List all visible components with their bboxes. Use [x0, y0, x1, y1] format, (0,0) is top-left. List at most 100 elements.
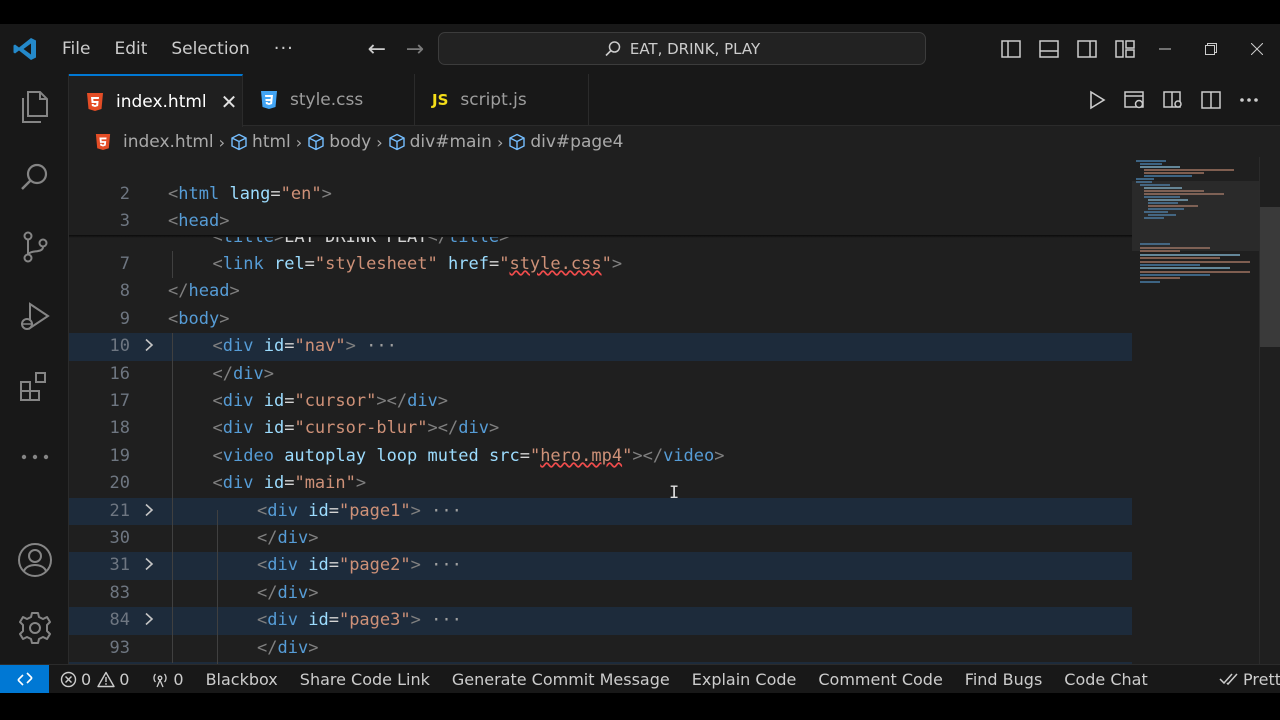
status-item-find-bugs[interactable]: Find Bugs — [954, 670, 1053, 689]
code-text: <link rel="stylesheet" href="style.css"> — [212, 254, 623, 274]
line-number: 30 — [109, 528, 130, 548]
status-item-share-code-link[interactable]: Share Code Link — [289, 670, 441, 689]
settings-gear-icon[interactable] — [0, 598, 69, 658]
breadcrumb-div-main[interactable]: div#main — [388, 132, 492, 152]
code-line[interactable]: 17 <div id="cursor"></div> — [69, 388, 1132, 415]
menu-selection[interactable]: Selection — [159, 33, 261, 65]
split-editor-icon[interactable] — [1192, 74, 1230, 126]
code-text: <div id="page2"> ··· — [257, 555, 462, 576]
minimap-line — [1140, 274, 1210, 276]
status-item-comment-code[interactable]: Comment Code — [807, 670, 953, 689]
code-line[interactable]: 16 </div> — [69, 361, 1132, 388]
breadcrumb-body[interactable]: body — [307, 132, 371, 152]
line-number: 20 — [109, 473, 130, 494]
code-line[interactable]: 83 </div> — [69, 580, 1132, 607]
line-number: 9 — [119, 308, 130, 329]
breadcrumb-html[interactable]: html — [230, 132, 291, 152]
source-control-icon[interactable] — [0, 217, 69, 277]
open-preview-icon[interactable] — [1116, 74, 1154, 126]
minimap-line — [1136, 178, 1154, 180]
code-line[interactable]: 2 <html lang="en"> — [69, 181, 1132, 208]
code-text: </div> — [257, 637, 319, 658]
command-center-text: EAT, DRINK, PLAY — [629, 39, 761, 58]
code-line[interactable]: 84 <div id="page3"> ··· — [69, 607, 1132, 635]
code-line[interactable]: 21 <div id="page1"> ··· — [69, 497, 1132, 525]
minimize-icon[interactable] — [1142, 24, 1188, 74]
fold-chevron-icon[interactable] — [143, 498, 159, 525]
code-line[interactable]: 8 </head> — [69, 278, 1132, 305]
fold-chevron-icon[interactable] — [143, 607, 159, 634]
vscode-logo-icon — [0, 24, 50, 74]
more-actions-icon[interactable] — [1230, 74, 1268, 126]
run-icon[interactable] — [1078, 74, 1116, 126]
status-item-blackbox[interactable]: Blackbox — [195, 670, 289, 689]
prettier-status[interactable]: Prettier — [1208, 670, 1280, 689]
code-line[interactable]: 3 <head> — [69, 208, 1132, 235]
code-line[interactable]: 30 </div> — [69, 525, 1132, 552]
code-text: <div id="cursor"></div> — [212, 391, 449, 411]
code-line[interactable]: 20 <div id="main"> — [69, 470, 1132, 497]
open-changes-icon[interactable] — [1154, 74, 1192, 126]
fold-chevron-icon[interactable] — [143, 333, 159, 360]
customize-layout-icon[interactable] — [1106, 24, 1144, 74]
minimap-line — [1140, 281, 1160, 283]
close-tab-icon[interactable]: ✕ — [221, 90, 238, 114]
accounts-icon[interactable] — [0, 530, 69, 590]
breadcrumb-div-page4[interactable]: div#page4 — [508, 132, 623, 152]
forward-arrow-icon[interactable]: → — [396, 37, 434, 62]
explorer-icon[interactable] — [0, 77, 69, 137]
code-line[interactable]: 18 <div id="cursor-blur"></div> — [69, 415, 1132, 442]
code-text: <head> — [168, 211, 230, 232]
remote-indicator-button[interactable] — [0, 664, 49, 693]
element-cube-icon — [509, 133, 526, 151]
toggle-panel-icon[interactable] — [1030, 24, 1068, 74]
close-window-icon[interactable] — [1234, 24, 1280, 74]
back-arrow-icon[interactable]: ← — [358, 37, 396, 62]
code-line[interactable]: 31 <div id="page2"> ··· — [69, 552, 1132, 580]
code-line[interactable]: 93 </div> — [69, 635, 1132, 662]
extensions-icon[interactable] — [0, 357, 69, 417]
menu-file[interactable]: File — [50, 33, 102, 65]
code-text: <html lang="en"> — [168, 184, 332, 204]
tab-style-css[interactable]: style.css — [243, 74, 415, 126]
css3-icon — [261, 91, 277, 109]
minimap-line — [1140, 163, 1162, 165]
minimap-line — [1140, 271, 1250, 273]
menu-edit[interactable]: Edit — [102, 33, 159, 65]
toggle-secondary-sidebar-icon[interactable] — [1068, 24, 1106, 74]
code-line[interactable]: 7 <link rel="stylesheet" href="style.css"… — [69, 251, 1132, 278]
status-item-code-chat[interactable]: Code Chat — [1053, 670, 1158, 689]
code-line[interactable]: 19 <video autoplay loop muted src="hero.m… — [69, 443, 1132, 470]
more-views-icon[interactable] — [0, 427, 69, 487]
search-icon[interactable] — [0, 147, 69, 207]
mouse-text-cursor-icon: I — [669, 483, 680, 503]
line-number: 83 — [109, 582, 130, 603]
menu-more-button[interactable]: ··· — [262, 33, 306, 65]
ports-indicator[interactable]: 0 — [140, 670, 194, 689]
minimap[interactable] — [1132, 157, 1259, 664]
run-debug-icon[interactable] — [0, 287, 69, 347]
minimap-line — [1140, 267, 1230, 269]
line-number: 31 — [109, 555, 130, 576]
problems-indicator[interactable]: 0 0 — [49, 670, 140, 689]
code-text: <div id="nav"> ··· — [212, 336, 397, 357]
code-editor[interactable]: <title>EAT DRINK PLAY</title>7<link rel=… — [69, 157, 1280, 664]
breadcrumb-file[interactable]: index.html — [95, 132, 214, 152]
code-line[interactable]: 9 <body> — [69, 306, 1132, 333]
tab-script-js[interactable]: JS script.js — [415, 74, 589, 126]
restore-icon[interactable] — [1188, 24, 1234, 74]
minimap-viewport[interactable] — [1132, 181, 1259, 251]
toggle-primary-sidebar-icon[interactable] — [992, 24, 1030, 74]
scrollbar-thumb[interactable] — [1260, 207, 1280, 347]
code-line[interactable]: 10 <div id="nav"> ··· — [69, 333, 1132, 361]
command-center-search[interactable]: EAT, DRINK, PLAY — [438, 32, 926, 65]
code-text: </head> — [168, 281, 240, 302]
antenna-icon — [153, 673, 167, 687]
status-item-generate-commit-message[interactable]: Generate Commit Message — [441, 670, 681, 689]
code-text: <video autoplay loop muted src="hero.mp4… — [212, 445, 725, 466]
element-cube-icon — [231, 133, 247, 151]
status-item-explain-code[interactable]: Explain Code — [681, 670, 808, 689]
tab-index-html[interactable]: index.html ✕ — [69, 74, 243, 127]
line-number: 8 — [119, 281, 130, 302]
fold-chevron-icon[interactable] — [143, 552, 159, 579]
